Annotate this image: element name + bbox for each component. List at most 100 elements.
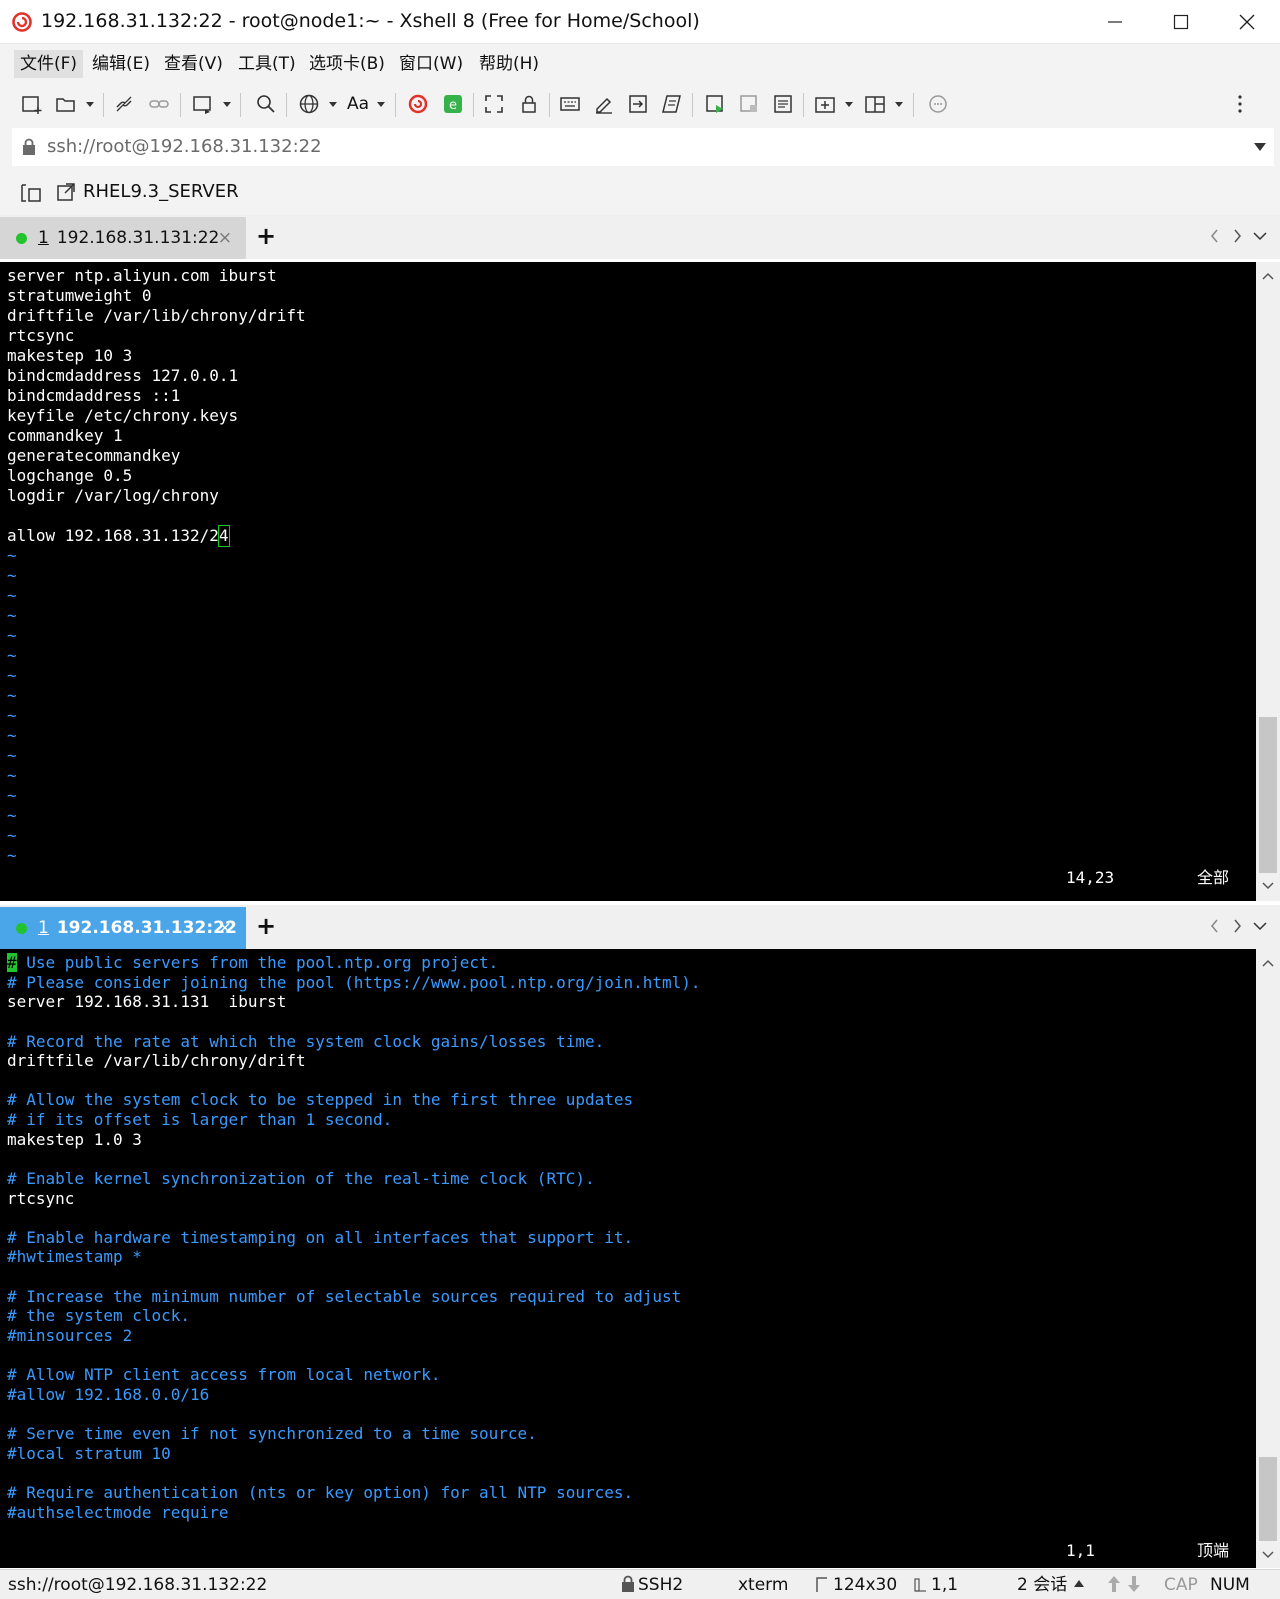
terminal-cursor: 4 — [217, 525, 230, 547]
close-window-button[interactable] — [1214, 0, 1280, 44]
terminal-line: makestep 1.0 3 — [7, 1129, 142, 1149]
log-stop-button[interactable] — [736, 90, 762, 118]
menu-tools[interactable]: 工具(T) — [232, 50, 302, 78]
empty-line-marker: ~ — [7, 826, 17, 845]
new-tab-button[interactable] — [812, 90, 838, 118]
scroll-thumb[interactable] — [1259, 1457, 1277, 1541]
scroll-down-icon[interactable] — [1260, 878, 1276, 894]
chevron-down-icon[interactable] — [1250, 915, 1270, 937]
log-start-button[interactable] — [702, 90, 728, 118]
maximize-icon — [1173, 14, 1189, 30]
scroll-up-icon[interactable] — [1260, 955, 1276, 971]
tab-label: 192.168.31.131:22 — [56, 228, 220, 248]
keyboard-button[interactable] — [557, 90, 583, 118]
chevron-down-icon — [329, 101, 337, 107]
minimize-button[interactable] — [1082, 0, 1148, 44]
address-input[interactable]: ssh://root@192.168.31.132:22 — [47, 136, 322, 158]
terminal-top[interactable]: server ntp.aliyun.com iburst stratumweigh… — [0, 262, 1256, 901]
status-connection: ssh://root@192.168.31.132:22 — [8, 1575, 268, 1595]
encoding-button[interactable] — [296, 90, 322, 118]
status-sessions[interactable]: 2 会话 — [1017, 1574, 1067, 1596]
font-button[interactable]: Aa — [344, 90, 372, 118]
unlink-icon — [149, 100, 169, 108]
arrow-in-box-icon — [629, 95, 647, 113]
menu-help[interactable]: 帮助(H) — [473, 50, 545, 78]
chevron-down-icon — [86, 101, 94, 107]
chevron-up-icon[interactable] — [1074, 1580, 1084, 1587]
menu-file[interactable]: 文件(F) — [14, 50, 84, 78]
highlight-button[interactable] — [591, 90, 617, 118]
disconnect-button[interactable] — [146, 90, 172, 118]
terminal-top-scrollbar[interactable] — [1256, 262, 1280, 901]
chevron-down-icon — [895, 101, 903, 107]
terminal-bottom[interactable]: # Use public servers from the pool.ntp.o… — [0, 949, 1256, 1568]
scroll-down-icon[interactable] — [1260, 1547, 1276, 1563]
new-session-button[interactable] — [19, 90, 45, 118]
globe-icon — [299, 94, 319, 114]
empty-line-marker: ~ — [7, 786, 17, 805]
add-tab-button[interactable]: + — [256, 223, 276, 249]
find-button[interactable] — [253, 90, 279, 118]
fullscreen-button[interactable] — [481, 90, 507, 118]
layout-button[interactable] — [862, 90, 888, 118]
menu-tabs[interactable]: 选项卡(B) — [303, 50, 391, 78]
open-session-dropdown[interactable] — [85, 94, 95, 114]
maximize-button[interactable] — [1148, 0, 1214, 44]
terminal-line: # Serve time even if not synchronized to… — [7, 1424, 537, 1444]
chevron-down-icon — [845, 101, 853, 107]
tab-close-icon[interactable]: × — [218, 228, 232, 248]
chevron-down-icon[interactable] — [1254, 143, 1266, 151]
toolbar-separator — [180, 93, 181, 117]
chevron-right-icon[interactable] — [1228, 225, 1246, 247]
session-link[interactable]: RHEL9.3_SERVER — [83, 181, 239, 203]
menu-window[interactable]: 窗口(W) — [393, 50, 469, 78]
links-bar: RHEL9.3_SERVER — [0, 170, 1280, 215]
chevron-down-icon[interactable] — [1250, 225, 1270, 247]
layout-dropdown[interactable] — [894, 94, 904, 114]
terminal-line: #authselectmode require — [7, 1502, 229, 1522]
new-tab-dropdown[interactable] — [844, 94, 854, 114]
xftp-button[interactable]: e — [440, 90, 466, 118]
menu-view[interactable]: 查看(V) — [158, 50, 229, 78]
more-vertical-icon — [1238, 95, 1242, 113]
terminal-line: stratumweight 0 — [7, 286, 152, 305]
reconnect-button[interactable] — [111, 90, 137, 118]
terminal-line: #minsources 2 — [7, 1325, 133, 1345]
lock-button[interactable] — [516, 90, 542, 118]
log-view-button[interactable] — [770, 90, 796, 118]
toolbar-separator — [803, 93, 804, 117]
chevron-right-icon[interactable] — [1228, 915, 1246, 937]
tab-close-icon[interactable]: × — [218, 918, 232, 938]
toolbar-separator — [549, 93, 550, 117]
more-options-button[interactable] — [1232, 90, 1248, 118]
script-button[interactable] — [659, 90, 685, 118]
scroll-thumb[interactable] — [1259, 717, 1277, 873]
lock-icon — [23, 138, 35, 155]
script-icon — [662, 95, 681, 113]
lock-icon — [622, 1575, 634, 1592]
title-bar: 192.168.31.132:22 - root@node1:~ - Xshel… — [0, 0, 1280, 44]
chat-button[interactable] — [925, 90, 951, 118]
terminal-line: # Allow NTP client access from local net… — [7, 1365, 441, 1385]
play-log-icon — [706, 95, 723, 113]
open-session-button[interactable] — [53, 90, 79, 118]
xshell-button[interactable] — [405, 90, 431, 118]
menu-edit[interactable]: 编辑(E) — [86, 50, 156, 78]
encoding-dropdown[interactable] — [328, 94, 338, 114]
terminal-bottom-scrollbar[interactable] — [1256, 949, 1280, 1568]
tab-session-131[interactable]: 1 192.168.31.131:22 × — [0, 217, 246, 259]
terminal-line: commandkey 1 — [7, 426, 123, 445]
address-bar[interactable]: ssh://root@192.168.31.132:22 — [12, 128, 1274, 166]
empty-line-marker: ~ — [7, 806, 17, 825]
transfer-button[interactable] — [190, 90, 216, 118]
font-dropdown[interactable] — [376, 94, 386, 114]
add-tab-button[interactable]: + — [256, 913, 276, 939]
tab-session-132[interactable]: 1 192.168.31.132:22 × — [0, 907, 246, 949]
chevron-left-icon[interactable] — [1206, 915, 1224, 937]
scroll-up-icon[interactable] — [1260, 268, 1276, 284]
chevron-left-icon[interactable] — [1206, 225, 1224, 247]
new-session-icon — [22, 96, 42, 114]
transfer-dropdown[interactable] — [222, 94, 232, 114]
send-input-button[interactable] — [625, 90, 651, 118]
links-bar-icon[interactable] — [20, 183, 42, 203]
